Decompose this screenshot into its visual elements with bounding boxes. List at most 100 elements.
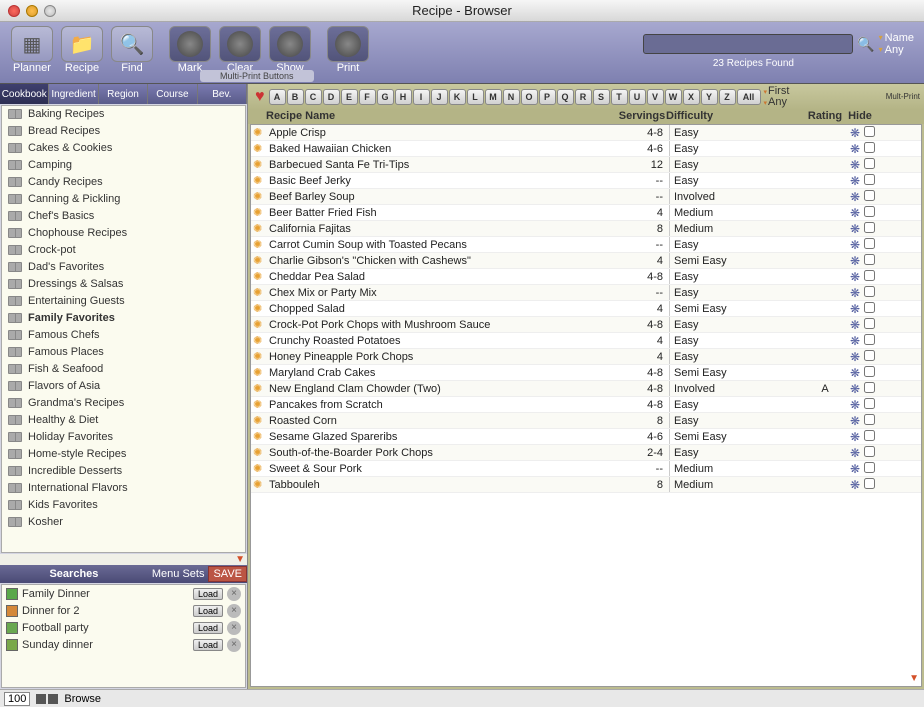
load-button[interactable]: Load [193,639,223,651]
alpha-a-button[interactable]: A [269,89,286,105]
category-item[interactable]: Flavors of Asia [2,378,245,395]
alpha-x-button[interactable]: X [683,89,700,105]
multi-print-checkbox[interactable] [864,190,880,204]
category-item[interactable]: Crock-pot [2,242,245,259]
sidebar-tab-region[interactable]: Region [99,84,148,104]
delete-icon[interactable]: × [227,621,241,635]
multi-print-checkbox[interactable] [864,286,880,300]
save-button[interactable]: SAVE [208,566,247,582]
category-item[interactable]: Kids Favorites [2,497,245,514]
alpha-s-button[interactable]: S [593,89,610,105]
alpha-e-button[interactable]: E [341,89,358,105]
view-icons[interactable] [36,694,58,704]
recipe-row[interactable]: ✺Baked Hawaiian Chicken4-6Easy❋ [251,141,921,157]
gear-icon[interactable]: ❋ [846,254,864,268]
category-item[interactable]: Dad's Favorites [2,259,245,276]
col-recipe-name[interactable]: Recipe Name [266,110,618,124]
alpha-all-button[interactable]: All [737,89,761,105]
find-button[interactable]: 🔍Find [110,26,154,74]
alpha-v-button[interactable]: V [647,89,664,105]
sidebar-tab-course[interactable]: Course [148,84,197,104]
gear-icon[interactable]: ❋ [846,158,864,172]
searches-tab[interactable]: Searches [0,568,148,580]
gear-icon[interactable]: ❋ [846,318,864,332]
recipe-row[interactable]: ✺Apple Crisp4-8Easy❋ [251,125,921,141]
category-item[interactable]: Candy Recipes [2,174,245,191]
multi-print-checkbox[interactable] [864,462,880,476]
search-input[interactable] [643,34,853,54]
multi-print-checkbox[interactable] [864,174,880,188]
recipe-row[interactable]: ✺California Fajitas8Medium❋ [251,221,921,237]
col-hide[interactable]: Hide [846,110,874,124]
recipe-row[interactable]: ✺South-of-the-Boarder Pork Chops2-4Easy❋ [251,445,921,461]
alpha-q-button[interactable]: Q [557,89,574,105]
gear-icon[interactable]: ❋ [846,126,864,140]
category-item[interactable]: Camping [2,157,245,174]
gear-icon[interactable]: ❋ [846,430,864,444]
saved-search-item[interactable]: Dinner for 2Load× [2,602,245,619]
multi-print-checkbox[interactable] [864,366,880,380]
category-item[interactable]: Bread Recipes [2,123,245,140]
gear-icon[interactable]: ❋ [846,142,864,156]
gear-icon[interactable]: ❋ [846,286,864,300]
category-item[interactable]: Incredible Desserts [2,463,245,480]
alpha-r-button[interactable]: R [575,89,592,105]
gear-icon[interactable]: ❋ [846,382,864,396]
recipe-row[interactable]: ✺Crock-Pot Pork Chops with Mushroom Sauc… [251,317,921,333]
gear-icon[interactable]: ❋ [846,350,864,364]
recipe-button[interactable]: 📁Recipe [60,26,104,74]
alpha-h-button[interactable]: H [395,89,412,105]
search-scope-any[interactable]: Any [879,44,914,56]
sidebar-tab-cookbook[interactable]: Cookbook [0,84,49,104]
category-item[interactable]: Grandma's Recipes [2,395,245,412]
menu-sets-tab[interactable]: Menu Sets [148,568,209,580]
gear-icon[interactable]: ❋ [846,174,864,188]
alpha-k-button[interactable]: K [449,89,466,105]
multi-print-checkbox[interactable] [864,126,880,140]
multi-print-checkbox[interactable] [864,398,880,412]
category-item[interactable]: Famous Chefs [2,327,245,344]
gear-icon[interactable]: ❋ [846,334,864,348]
gear-icon[interactable]: ❋ [846,222,864,236]
recipe-row[interactable]: ✺Roasted Corn8Easy❋ [251,413,921,429]
load-button[interactable]: Load [193,588,223,600]
category-item[interactable]: Healthy & Diet [2,412,245,429]
saved-search-item[interactable]: Family DinnerLoad× [2,585,245,602]
alpha-i-button[interactable]: I [413,89,430,105]
category-item[interactable]: Cakes & Cookies [2,140,245,157]
search-scope-name[interactable]: Name [879,32,914,44]
multi-print-checkbox[interactable] [864,254,880,268]
recipe-row[interactable]: ✺Pancakes from Scratch4-8Easy❋ [251,397,921,413]
category-item[interactable]: Chef's Basics [2,208,245,225]
multi-print-checkbox[interactable] [864,206,880,220]
col-rating[interactable]: Rating [804,110,846,124]
alpha-n-button[interactable]: N [503,89,520,105]
alpha-l-button[interactable]: L [467,89,484,105]
alpha-m-button[interactable]: M [485,89,502,105]
col-servings[interactable]: Servings [618,110,666,124]
gear-icon[interactable]: ❋ [846,238,864,252]
alpha-f-button[interactable]: F [359,89,376,105]
category-list[interactable]: Baking RecipesBread RecipesCakes & Cooki… [1,105,246,553]
alpha-d-button[interactable]: D [323,89,340,105]
category-item[interactable]: Famous Places [2,344,245,361]
category-item[interactable]: Chophouse Recipes [2,225,245,242]
gear-icon[interactable]: ❋ [846,270,864,284]
gear-icon[interactable]: ❋ [846,478,864,492]
multi-print-checkbox[interactable] [864,478,880,492]
gear-icon[interactable]: ❋ [846,446,864,460]
multi-print-checkbox[interactable] [864,382,880,396]
planner-button[interactable]: ▦Planner [10,26,54,74]
show-button[interactable]: Show [268,26,312,74]
saved-search-item[interactable]: Sunday dinnerLoad× [2,636,245,653]
sidebar-tab-ingredient[interactable]: Ingredient [49,84,98,104]
category-item[interactable]: Home-style Recipes [2,446,245,463]
gear-icon[interactable]: ❋ [846,206,864,220]
gear-icon[interactable]: ❋ [846,414,864,428]
alpha-c-button[interactable]: C [305,89,322,105]
recipe-row[interactable]: ✺Maryland Crab Cakes4-8Semi Easy❋ [251,365,921,381]
multi-print-checkbox[interactable] [864,158,880,172]
recipe-row[interactable]: ✺Carrot Cumin Soup with Toasted Pecans--… [251,237,921,253]
gear-icon[interactable]: ❋ [846,366,864,380]
gear-icon[interactable]: ❋ [846,398,864,412]
